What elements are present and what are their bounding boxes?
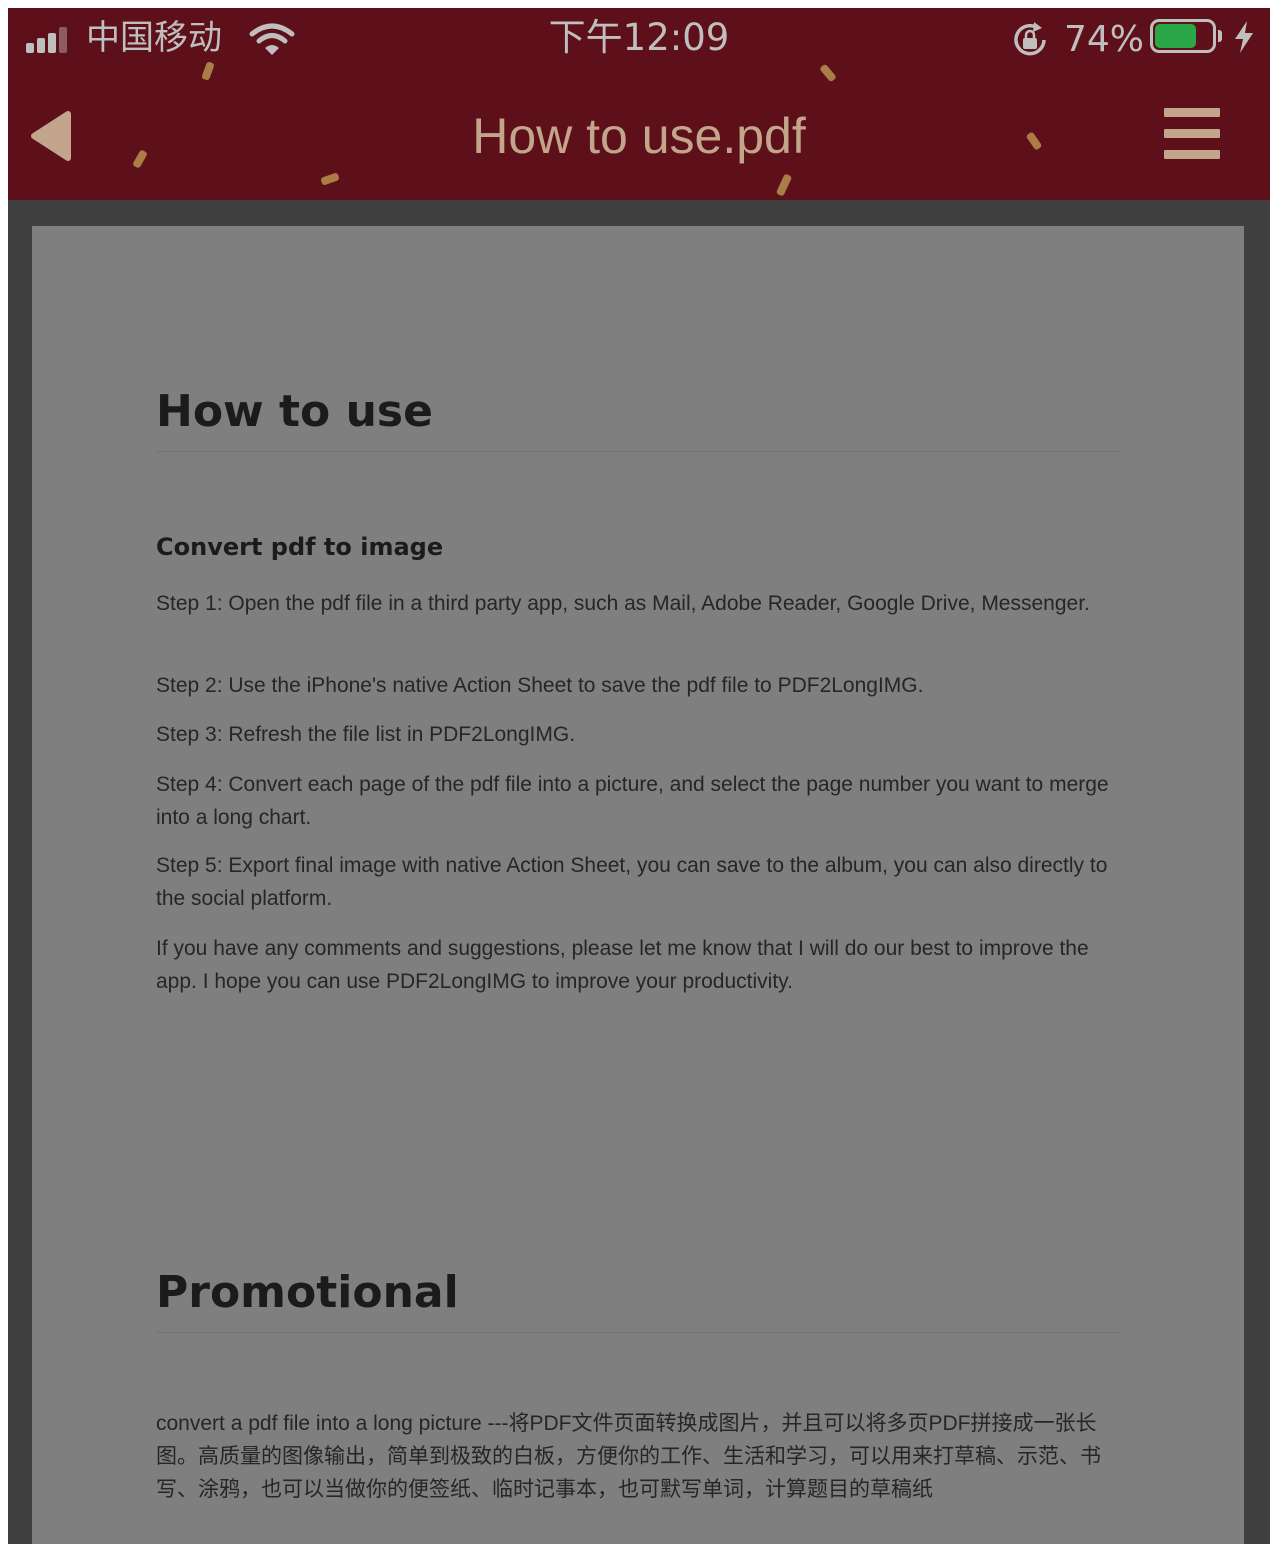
section-heading-promotional: Promotional bbox=[156, 1267, 459, 1318]
orientation-lock-icon bbox=[1014, 22, 1046, 56]
document-title: How to use.pdf bbox=[472, 108, 806, 164]
hamburger-menu-icon[interactable] bbox=[1162, 104, 1222, 164]
step-1-text: Step 1: Open the pdf file in a third par… bbox=[156, 592, 1090, 615]
section-heading-how-to-use: How to use bbox=[156, 386, 433, 437]
subheading-convert-pdf: Convert pdf to image bbox=[156, 533, 444, 561]
navigation-bar: How to use.pdf bbox=[8, 61, 1270, 200]
step-4-text: Step 4: Convert each page of the pdf fil… bbox=[156, 773, 1109, 829]
pdf-page[interactable]: How to use Convert pdf to image Step 1: … bbox=[32, 226, 1244, 1544]
step-5-text: Step 5: Export final image with native A… bbox=[156, 854, 1108, 910]
step-3-text: Step 3: Refresh the file list in PDF2Lon… bbox=[156, 723, 576, 746]
charging-icon bbox=[1235, 21, 1253, 53]
battery-level-fill bbox=[1155, 24, 1196, 48]
feedback-text: If you have any comments and suggestions… bbox=[156, 937, 1089, 993]
heading-divider bbox=[156, 451, 1120, 452]
screen: 中国移动 下午12:09 74% How to use.pdf How to u… bbox=[8, 8, 1270, 1544]
promotional-text: convert a pdf file into a long picture -… bbox=[156, 1412, 1101, 1501]
status-bar: 中国移动 下午12:09 74% bbox=[8, 8, 1270, 70]
battery-percentage: 74% bbox=[1064, 19, 1145, 60]
heading-divider bbox=[156, 1332, 1120, 1333]
battery-icon bbox=[1150, 19, 1222, 53]
step-2-text: Step 2: Use the iPhone's native Action S… bbox=[156, 674, 924, 697]
